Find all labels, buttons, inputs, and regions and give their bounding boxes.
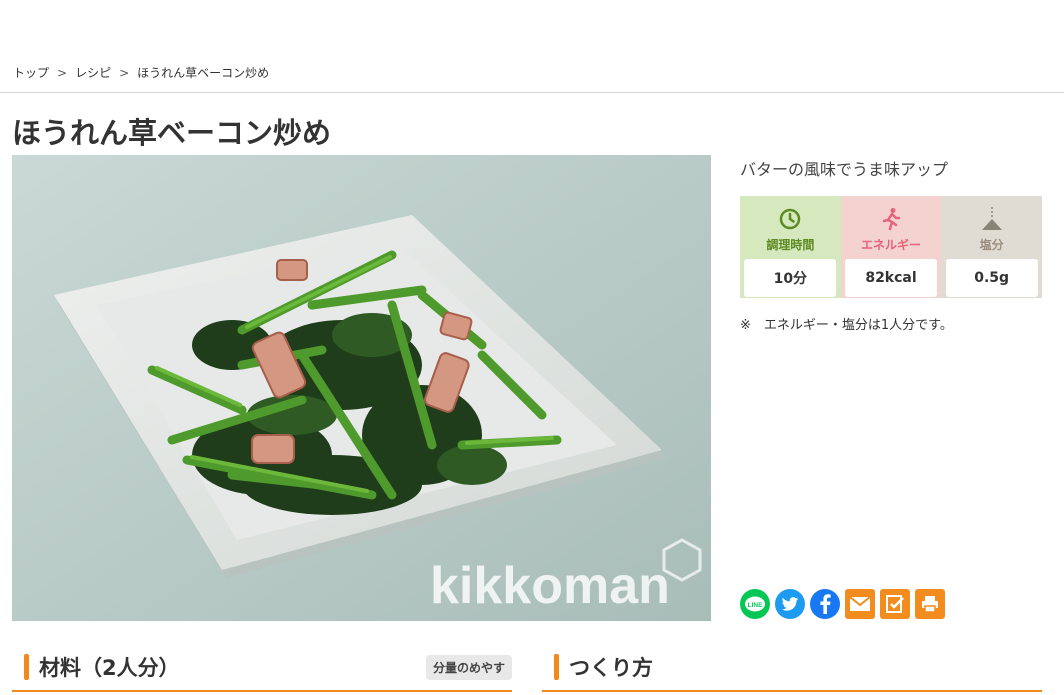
line-icon[interactable]: LINE	[740, 589, 770, 619]
recipe-photo: kikkoman	[12, 155, 711, 621]
heading-accent-bar	[24, 654, 29, 680]
steps-title: つくり方	[569, 656, 653, 680]
cooking-time-value: 10分	[744, 259, 837, 297]
heading-accent-bar	[554, 654, 559, 680]
breadcrumb-separator: >	[119, 65, 130, 80]
cooking-time-panel: 調理時間 10分	[740, 196, 841, 298]
mail-icon[interactable]	[845, 589, 875, 619]
salt-panel: 塩分 0.5g	[941, 196, 1043, 298]
salt-value: 0.5g	[945, 259, 1038, 297]
breadcrumb-separator: >	[57, 65, 68, 80]
breadcrumb-current: ほうれん草ベーコン炒め	[137, 66, 270, 80]
energy-label: エネルギー	[861, 238, 922, 252]
running-person-icon	[880, 202, 902, 236]
ingredients-underline	[12, 690, 512, 692]
twitter-icon[interactable]	[775, 589, 805, 619]
breadcrumb-recipe-link[interactable]: レシピ	[75, 64, 111, 81]
page-title: ほうれん草ベーコン炒め	[12, 116, 332, 150]
steps-heading: つくり方	[554, 652, 653, 682]
breadcrumb-divider	[0, 92, 1064, 93]
recipe-catchphrase: バターの風味でうま味アップ	[740, 160, 949, 179]
print-icon[interactable]	[915, 589, 945, 619]
clock-icon	[779, 202, 801, 236]
nutrition-summary: 調理時間 10分 エネルギー 82kcal 塩分 0.5g	[740, 196, 1043, 298]
energy-panel: エネルギー 82kcal	[840, 196, 942, 298]
share-buttons: LINE	[740, 589, 945, 619]
ingredients-title: 材料（2人分）	[39, 656, 180, 680]
salt-pile-icon	[980, 202, 1004, 236]
steps-underline	[542, 690, 1042, 692]
salt-label: 塩分	[979, 238, 1004, 252]
save-icon[interactable]	[880, 589, 910, 619]
facebook-icon[interactable]	[810, 589, 840, 619]
svg-text:LINE: LINE	[748, 602, 763, 609]
photo-watermark: kikkoman	[430, 557, 670, 615]
ingredients-heading: 材料（2人分）	[24, 652, 180, 682]
serving-guide-button[interactable]: 分量のめやす	[426, 655, 512, 680]
nutrition-note: ※ エネルギー・塩分は1人分です。	[740, 318, 953, 333]
breadcrumb: トップ > レシピ > ほうれん草ベーコン炒め	[13, 64, 269, 81]
energy-value: 82kcal	[845, 259, 937, 297]
breadcrumb-top-link[interactable]: トップ	[13, 64, 49, 81]
cooking-time-label: 調理時間	[766, 238, 815, 252]
